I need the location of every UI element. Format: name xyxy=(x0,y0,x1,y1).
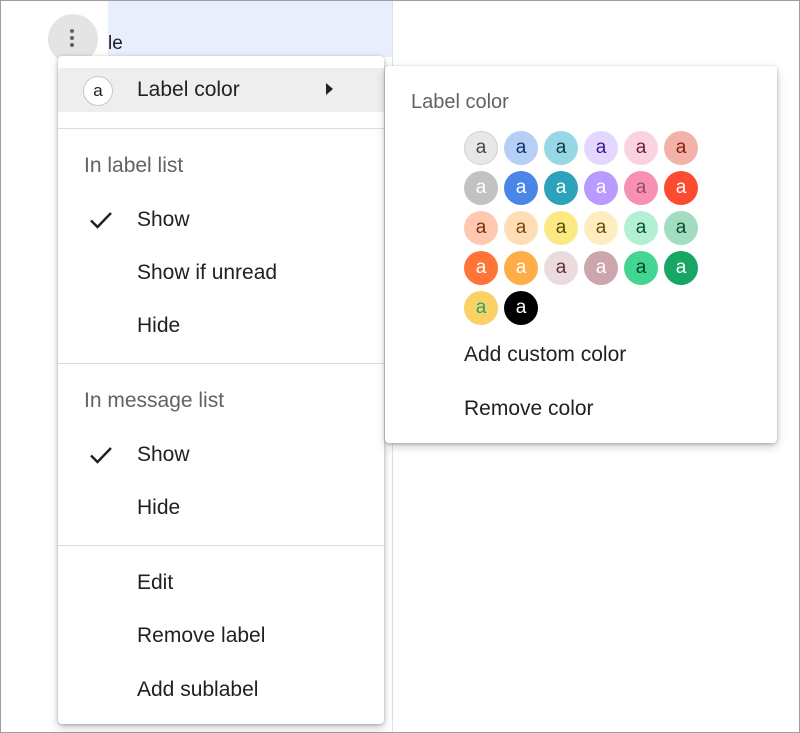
menu-item-remove-label[interactable]: Remove label xyxy=(58,614,384,658)
divider xyxy=(58,363,384,364)
more-vert-icon xyxy=(70,29,74,47)
color-swatch[interactable]: a xyxy=(584,131,618,165)
menu-item-edit[interactable]: Edit xyxy=(58,561,384,605)
check-icon xyxy=(90,447,112,464)
color-swatch[interactable]: a xyxy=(584,251,618,285)
menu-item-label: Edit xyxy=(137,571,174,594)
menu-item-label: Label color xyxy=(137,78,240,101)
color-swatch[interactable]: a xyxy=(504,131,538,165)
submenu-title: Label color xyxy=(411,91,509,113)
label-color-avatar: a xyxy=(83,76,113,106)
color-swatch[interactable]: a xyxy=(624,171,658,205)
menu-item-label: Add sublabel xyxy=(137,678,259,701)
color-swatch[interactable]: a xyxy=(624,251,658,285)
color-swatch[interactable]: a xyxy=(504,211,538,245)
color-swatch[interactable]: a xyxy=(584,211,618,245)
menu-item-label: Show xyxy=(137,443,190,466)
divider xyxy=(58,545,384,546)
menu-item-message-list-show[interactable]: Show xyxy=(58,433,384,477)
divider xyxy=(58,128,384,129)
color-swatch[interactable]: a xyxy=(464,211,498,245)
section-heading-message-list: In message list xyxy=(84,389,225,412)
label-color-submenu: Label color aaaaaaaaaaaaaaaaaaaaaaaaaa A… xyxy=(385,66,777,443)
remove-color-button[interactable]: Remove color xyxy=(464,397,594,421)
color-swatch[interactable]: a xyxy=(464,171,498,205)
menu-item-label: Hide xyxy=(137,496,181,519)
menu-item-label: Remove label xyxy=(137,624,266,647)
menu-item-label-list-hide[interactable]: Hide xyxy=(58,304,384,348)
color-swatch[interactable]: a xyxy=(504,251,538,285)
menu-item-label: Show if unread xyxy=(137,261,278,284)
color-swatch[interactable]: a xyxy=(664,211,698,245)
color-swatch[interactable]: a xyxy=(664,251,698,285)
color-swatch[interactable]: a xyxy=(664,171,698,205)
check-icon xyxy=(90,212,112,229)
color-swatch[interactable]: a xyxy=(624,131,658,165)
menu-item-label-color[interactable]: a Label color xyxy=(58,68,384,112)
label-name-fragment: le xyxy=(108,33,123,54)
color-swatch[interactable]: a xyxy=(544,171,578,205)
color-swatch[interactable]: a xyxy=(624,211,658,245)
color-swatch[interactable]: a xyxy=(544,251,578,285)
color-swatch[interactable]: a xyxy=(584,171,618,205)
menu-item-label-list-show-if-unread[interactable]: Show if unread xyxy=(58,251,384,295)
section-heading-label-list: In label list xyxy=(84,154,184,177)
color-swatch[interactable]: a xyxy=(464,131,498,165)
color-swatch[interactable]: a xyxy=(504,171,538,205)
submenu-arrow-icon xyxy=(326,83,333,95)
color-swatch[interactable]: a xyxy=(664,131,698,165)
menu-item-label-list-show[interactable]: Show xyxy=(58,198,384,242)
color-swatch[interactable]: a xyxy=(464,251,498,285)
color-swatch[interactable]: a xyxy=(544,131,578,165)
menu-item-label: Show xyxy=(137,208,190,231)
color-swatch[interactable]: a xyxy=(544,211,578,245)
color-swatch[interactable]: a xyxy=(504,291,538,325)
menu-item-message-list-hide[interactable]: Hide xyxy=(58,486,384,530)
color-swatch[interactable]: a xyxy=(464,291,498,325)
add-custom-color-button[interactable]: Add custom color xyxy=(464,343,626,367)
menu-item-label: Hide xyxy=(137,314,181,337)
label-options-menu: a Label color In label list Show Show if… xyxy=(58,56,384,724)
selected-label-row[interactable] xyxy=(108,1,392,57)
menu-item-add-sublabel[interactable]: Add sublabel xyxy=(58,668,384,712)
